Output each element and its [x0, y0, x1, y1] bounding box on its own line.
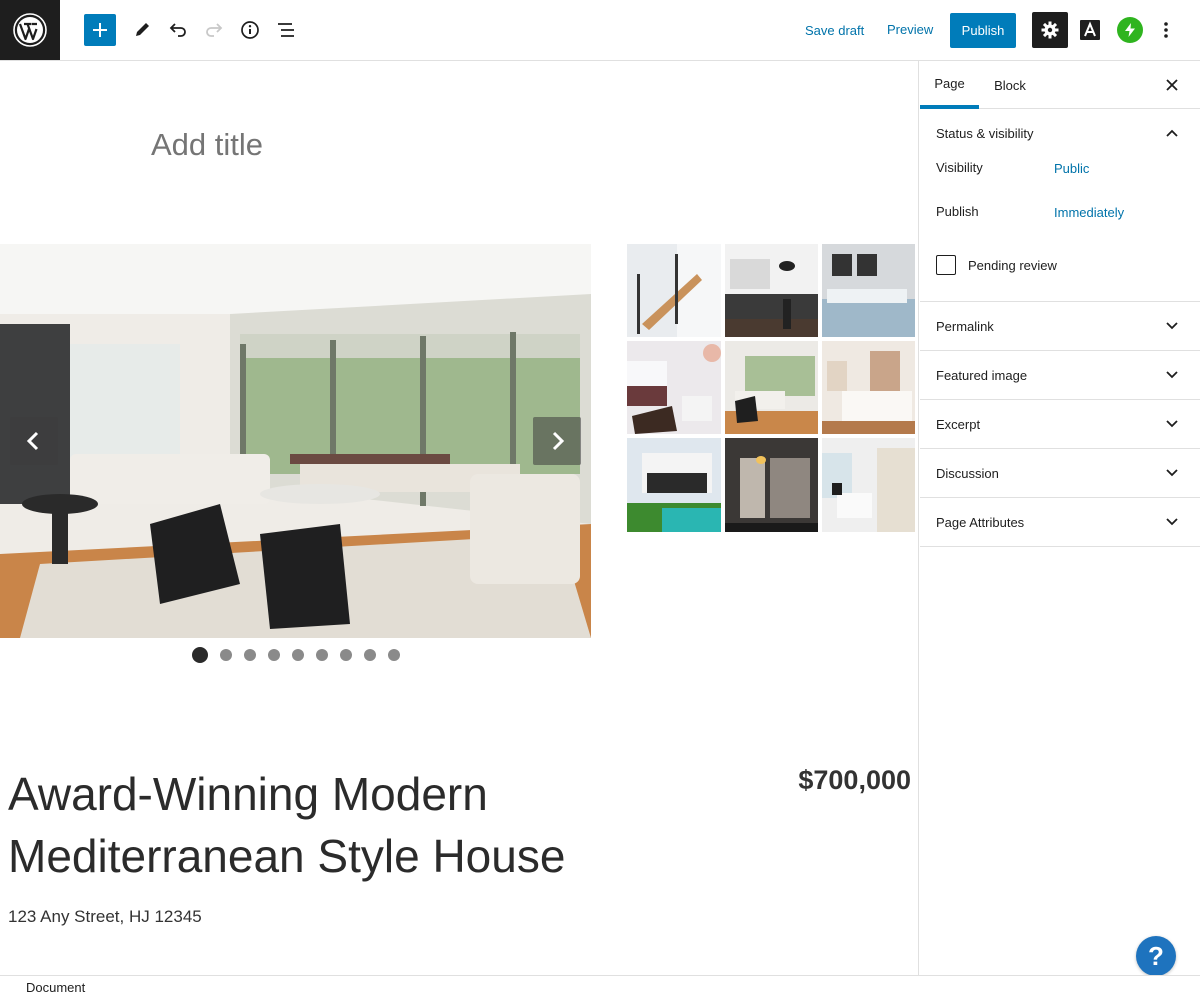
list-view-icon [278, 23, 294, 37]
gallery-thumbnail[interactable] [627, 341, 721, 434]
permalink-toggle[interactable]: Permalink [920, 302, 1200, 350]
gallery-thumbnail[interactable] [627, 438, 721, 532]
chevron-down-icon [1160, 412, 1184, 436]
details-button[interactable] [234, 14, 266, 46]
excerpt-panel[interactable]: Excerpt [920, 400, 1200, 449]
image-slider[interactable] [0, 244, 591, 638]
discussion-toggle[interactable]: Discussion [920, 449, 1200, 497]
jetpack-button[interactable] [1117, 17, 1143, 43]
chevron-down-icon [1160, 510, 1184, 534]
tab-page[interactable]: Page [920, 61, 979, 109]
preview-button[interactable]: Preview [878, 19, 942, 40]
gallery-thumbnail[interactable] [725, 438, 818, 532]
chevron-down-icon [1160, 461, 1184, 485]
tools-button[interactable] [126, 14, 158, 46]
slider-dot[interactable] [192, 647, 208, 663]
wordpress-logo-button[interactable] [0, 0, 60, 60]
publish-label: Publish [936, 204, 979, 219]
slider-prev-button[interactable] [10, 417, 58, 465]
close-icon [1166, 79, 1178, 91]
tab-block[interactable]: Block [982, 61, 1038, 109]
permalink-panel[interactable]: Permalink [920, 302, 1200, 351]
pending-review-label: Pending review [968, 258, 1057, 273]
editor-footer: Document [0, 975, 1200, 1000]
discussion-panel[interactable]: Discussion [920, 449, 1200, 498]
panel-title: Featured image [936, 367, 1028, 383]
chevron-left-icon [26, 431, 39, 451]
visibility-value[interactable]: Public [1054, 161, 1089, 176]
settings-button[interactable] [1032, 12, 1068, 48]
slider-dot[interactable] [244, 649, 256, 661]
featured-image-toggle[interactable]: Featured image [920, 351, 1200, 399]
slider-next-button[interactable] [533, 417, 581, 465]
redo-icon [206, 23, 223, 37]
sidebar-tabs: Page Block [920, 61, 1200, 109]
chevron-down-icon [1160, 363, 1184, 387]
visibility-label: Visibility [936, 160, 983, 175]
slider-dot[interactable] [388, 649, 400, 661]
list-view-button[interactable] [270, 14, 302, 46]
gallery-thumbnail[interactable] [627, 244, 721, 337]
panel-title: Page Attributes [936, 514, 1025, 530]
pending-review-checkbox[interactable] [936, 255, 956, 275]
settings-sidebar: Page Block Status & visibility Visibilit… [920, 61, 1200, 975]
gallery-thumbnail[interactable] [725, 244, 818, 337]
listing-title[interactable]: Award-Winning Modern Mediterranean Style… [8, 763, 648, 887]
publish-date-value[interactable]: Immediately [1054, 205, 1124, 220]
slide-image [0, 244, 591, 638]
help-button[interactable]: ? [1136, 936, 1176, 976]
title-input[interactable]: Add title [151, 127, 263, 163]
gallery-thumbnail[interactable] [822, 244, 915, 337]
excerpt-toggle[interactable]: Excerpt [920, 400, 1200, 448]
slider-dots [192, 647, 400, 663]
panel-title: Discussion [936, 465, 999, 481]
status-visibility-toggle[interactable]: Status & visibility [920, 109, 1200, 157]
thumbnail-gallery [627, 244, 915, 532]
status-visibility-body: Visibility Public Publish Immediately Pe… [920, 157, 1200, 301]
add-block-button[interactable] [84, 14, 116, 46]
pencil-icon [136, 23, 149, 36]
chevron-up-icon [1160, 121, 1184, 145]
listing-price[interactable]: $700,000 [770, 765, 911, 796]
page-attributes-toggle[interactable]: Page Attributes [920, 498, 1200, 546]
font-icon [1080, 20, 1100, 40]
page-attributes-panel[interactable]: Page Attributes [920, 498, 1200, 547]
jetpack-icon [1125, 23, 1135, 37]
breadcrumb-document[interactable]: Document [26, 980, 85, 995]
editor-canvas: Add title Award-Winning Modern Mediterra… [0, 61, 919, 975]
question-mark-icon: ? [1148, 940, 1164, 971]
gallery-thumbnail[interactable] [822, 341, 915, 434]
close-sidebar-button[interactable] [1160, 73, 1184, 97]
wordpress-icon [13, 13, 47, 47]
more-vertical-icon [1164, 22, 1168, 38]
slider-dot[interactable] [316, 649, 328, 661]
slider-dot[interactable] [292, 649, 304, 661]
undo-icon [169, 23, 186, 37]
panel-title: Excerpt [936, 416, 981, 432]
panel-title: Permalink [936, 318, 994, 334]
plus-icon [93, 23, 107, 37]
slider-dot[interactable] [268, 649, 280, 661]
status-visibility-panel: Status & visibility Visibility Public Pu… [920, 109, 1200, 302]
editor-toolbar: Save draft Preview Publish [0, 0, 1200, 61]
slider-dot[interactable] [364, 649, 376, 661]
gallery-thumbnail[interactable] [725, 341, 818, 434]
typography-button[interactable] [1076, 16, 1104, 44]
featured-image-panel[interactable]: Featured image [920, 351, 1200, 400]
slider-dot[interactable] [220, 649, 232, 661]
save-draft-button[interactable]: Save draft [795, 20, 874, 41]
chevron-right-icon [552, 431, 565, 451]
more-options-button[interactable] [1154, 16, 1178, 44]
publish-button[interactable]: Publish [950, 13, 1016, 48]
listing-address[interactable]: 123 Any Street, HJ 12345 [8, 907, 202, 927]
chevron-down-icon [1160, 314, 1184, 338]
undo-button[interactable] [162, 14, 194, 46]
info-icon [241, 21, 259, 39]
gallery-thumbnail[interactable] [822, 438, 915, 532]
redo-button[interactable] [198, 14, 230, 46]
panel-title: Status & visibility [936, 125, 1034, 141]
gear-icon [1041, 21, 1059, 39]
slider-dot[interactable] [340, 649, 352, 661]
